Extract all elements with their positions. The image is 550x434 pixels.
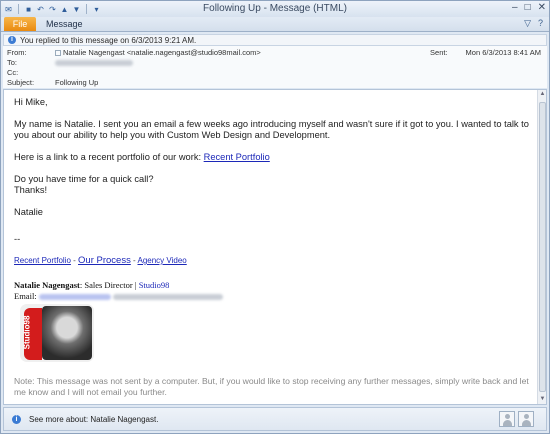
maximize-button[interactable]: □ [525, 2, 531, 13]
help-icon[interactable]: ? [538, 18, 543, 29]
signature-name-line: Natalie Nagengast: Sales Director | Stud… [14, 280, 223, 291]
body-paragraph-1: My name is Natalie. I sent you an email … [14, 119, 529, 140]
from-value[interactable]: Natalie Nagengast <natalie.nagengast@stu… [63, 48, 261, 57]
signature-address-redacted [112, 294, 223, 301]
from-row: From: Natalie Nagengast <natalie.nagengas… [7, 48, 261, 58]
toolbar-divider [86, 4, 87, 14]
from-label: From: [7, 48, 27, 57]
minimize-button[interactable]: – [512, 2, 518, 13]
signature-email-redacted [38, 294, 111, 301]
recent-portfolio-link[interactable]: Recent Portfolio [204, 152, 270, 162]
ribbon-tabs: File Message ▽ ? [1, 17, 549, 32]
subject-label: Subject: [7, 78, 35, 87]
customize-icon[interactable]: ▾ [92, 5, 101, 14]
link-separator: - [70, 256, 79, 265]
body-paragraph-3: Do you have time for a quick call? Thanks… [14, 174, 534, 196]
portfolio-intro: Here is a link to a recent portfolio of … [14, 152, 204, 162]
info-bar: i You replied to this message on 6/3/201… [3, 34, 547, 46]
undo-icon[interactable]: ↶ [36, 5, 45, 14]
signature-email-line: Email: [14, 291, 223, 302]
vertical-scrollbar[interactable]: ▲ ▼ [537, 90, 546, 404]
signature-title: : Sales Director | [79, 280, 139, 290]
people-pane-icon: i [12, 414, 21, 424]
signature-email-label: Email: [14, 291, 39, 301]
tab-file[interactable]: File [4, 17, 36, 31]
contact-status-icon [55, 50, 61, 56]
signature-links: Recent Portfolio - Our Process - Agency … [14, 255, 534, 266]
unsubscribe-note: Note: This message was not sent by a com… [14, 376, 529, 397]
call-question: Do you have time for a quick call? [14, 174, 154, 184]
quick-access-toolbar: ✉ ■ ↶ ↷ ▲ ▼ ▾ [1, 4, 101, 14]
subject-value: Following Up [55, 78, 99, 87]
link-separator: - [130, 256, 138, 265]
close-button[interactable]: ✕ [538, 2, 546, 13]
signature-photo: Studio98 [20, 304, 94, 362]
email-signature: Natalie Nagengast: Sales Director | Stud… [14, 280, 223, 302]
cc-label: Cc: [7, 68, 19, 77]
title-bar: ✉ ■ ↶ ↷ ▲ ▼ ▾ Following Up - Message (HT… [1, 1, 549, 17]
message-body[interactable]: Hi Mike, My name is Natalie. I sent you … [3, 89, 547, 405]
ribbon-right-controls: ▽ ? [524, 18, 543, 29]
info-icon: i [8, 36, 16, 44]
to-row: To: [7, 58, 133, 68]
outlook-message-window: ✉ ■ ↶ ↷ ▲ ▼ ▾ Following Up - Message (HT… [0, 0, 550, 434]
up-arrow-icon[interactable]: ▲ [60, 5, 69, 14]
to-label: To: [7, 58, 18, 67]
sent-label: Sent: [430, 48, 448, 57]
signature-name: Natalie Nagengast [14, 280, 80, 290]
studio98-logo: Studio98 [22, 308, 42, 360]
greeting: Hi Mike, [14, 97, 48, 107]
scroll-thumb[interactable] [539, 102, 546, 392]
minimize-ribbon-icon[interactable]: ▽ [524, 18, 531, 29]
window-controls: – □ ✕ [512, 2, 546, 13]
toolbar-divider [18, 4, 19, 14]
subject-row: Subject: Following Up [7, 78, 98, 88]
portrait-image [42, 306, 92, 360]
signoff: Natalie [14, 207, 43, 217]
redo-icon[interactable]: ↷ [48, 5, 57, 14]
save-icon[interactable]: ■ [24, 5, 33, 14]
scroll-down-icon[interactable]: ▼ [539, 396, 546, 403]
thanks-text: Thanks! [14, 185, 48, 195]
signature-portfolio-link[interactable]: Recent Portfolio [14, 256, 71, 265]
agency-video-link[interactable]: Agency Video [138, 256, 187, 265]
scroll-up-icon[interactable]: ▲ [539, 91, 546, 98]
people-avatars [499, 411, 534, 427]
down-arrow-icon[interactable]: ▼ [72, 5, 81, 14]
studio98-link[interactable]: Studio98 [139, 280, 170, 290]
message-header: From: Natalie Nagengast <natalie.nagengas… [3, 46, 547, 88]
our-process-link[interactable]: Our Process [78, 255, 131, 266]
signature-divider: -- [14, 234, 21, 244]
sent-value: Mon 6/3/2013 8:41 AM [465, 48, 541, 57]
sent-field: Sent: Mon 6/3/2013 8:41 AM [430, 48, 541, 57]
cc-row: Cc: [7, 68, 55, 78]
contact-avatar[interactable] [499, 411, 515, 427]
to-value-redacted [55, 60, 133, 67]
people-pane[interactable]: i See more about: Natalie Nagengast. [3, 407, 547, 431]
contact-avatar[interactable] [518, 411, 534, 427]
tab-message[interactable]: Message [46, 18, 83, 31]
outlook-icon[interactable]: ✉ [4, 5, 13, 14]
message-text: Hi Mike, My name is Natalie. I sent you … [14, 97, 534, 266]
body-paragraph-2: Here is a link to a recent portfolio of … [14, 152, 534, 163]
info-bar-text: You replied to this message on 6/3/2013 … [20, 35, 197, 45]
people-pane-text: See more about: Natalie Nagengast. [29, 414, 159, 424]
